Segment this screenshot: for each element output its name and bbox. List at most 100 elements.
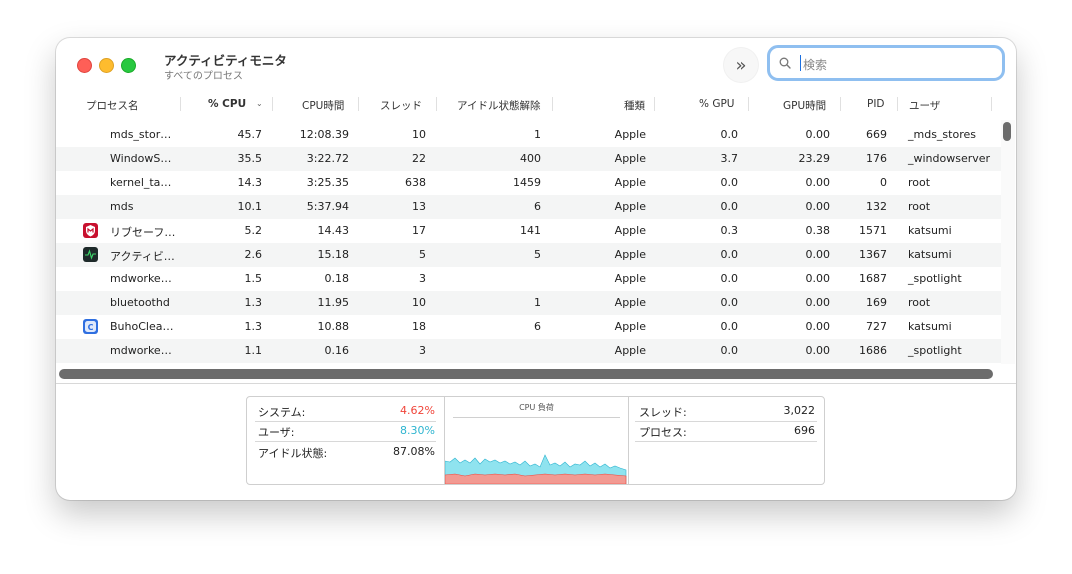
idle-value: 87.08% <box>393 445 435 458</box>
gpu-time-cell: 0.00 <box>805 248 831 261</box>
process-name-cell: アクティビ… <box>110 250 175 263</box>
search-field[interactable]: 検索 <box>767 45 1005 81</box>
threads-cell: 10 <box>412 128 426 141</box>
pid-cell: 1686 <box>859 344 887 357</box>
column-divider[interactable] <box>748 97 749 111</box>
table-row[interactable]: リブセーフ… 5.2 14.43 17 141 Apple 0.3 0.38 1571 katsu… <box>56 219 1001 243</box>
idle-wakeups-cell: 6 <box>534 320 541 333</box>
table-row[interactable]: WindowS… 35.5 3:22.72 22 400 Apple 3.7 23.29 176… <box>56 147 1001 171</box>
table-row[interactable]: mds_stor… 45.7 12:08.39 10 1 Apple 0.0 0.00 669 _… <box>56 123 1001 147</box>
table-row[interactable]: アクティビ… 2.6 15.18 5 5 Apple 0.0 0.00 1367 katsumi <box>56 243 1001 267</box>
column-header-pid[interactable]: PID <box>867 98 885 110</box>
user-cell: root <box>908 200 931 213</box>
double-chevron-right-icon: » <box>735 54 747 76</box>
column-header-threads[interactable]: スレッド <box>380 98 422 113</box>
column-header-process-name[interactable]: プロセス名 <box>86 98 139 113</box>
column-divider[interactable] <box>552 97 553 111</box>
table-row[interactable]: mdworke… 1.5 0.18 3 Apple 0.0 0.00 1687 _spotlig… <box>56 267 1001 291</box>
cpu-cell: 45.7 <box>237 128 263 141</box>
activity-monitor-icon <box>83 247 98 262</box>
column-header-cpu-time[interactable]: CPU時間 <box>302 98 344 113</box>
user-cell: root <box>908 296 931 309</box>
search-icon <box>779 57 791 69</box>
close-button[interactable] <box>77 58 92 73</box>
column-divider[interactable] <box>840 97 841 111</box>
gpu-cell: 0.0 <box>720 344 739 357</box>
window-subtitle: すべてのプロセス <box>164 71 243 82</box>
pid-cell: 727 <box>866 320 887 333</box>
cpu-cell: 1.3 <box>244 320 263 333</box>
kind-cell: Apple <box>614 320 646 333</box>
horizontal-scroll-thumb[interactable] <box>59 369 993 379</box>
system-value: 4.62% <box>400 404 435 417</box>
gpu-cell: 0.0 <box>720 272 739 285</box>
idle-wakeups-cell: 1 <box>534 128 541 141</box>
vertical-scroll-thumb[interactable] <box>1003 122 1011 141</box>
text-cursor <box>800 55 801 71</box>
gpu-cell: 0.0 <box>720 200 739 213</box>
threads-cell: 18 <box>412 320 426 333</box>
cpu-load-title: CPU 負荷 <box>519 403 554 412</box>
separator <box>635 421 817 422</box>
threads-cell: 17 <box>412 224 426 237</box>
threads-cell: 3 <box>419 344 426 357</box>
cpu-time-cell: 11.95 <box>317 296 350 309</box>
activity-monitor-window: アクティビティモニタ すべてのプロセス » 検索 プロセス名 % CPU ⌄ C… <box>56 38 1016 500</box>
threads-cell: 5 <box>419 248 426 261</box>
column-header-cpu[interactable]: % CPU <box>208 98 246 110</box>
idle-wakeups-cell: 141 <box>520 224 541 237</box>
cpu-cell: 5.2 <box>244 224 263 237</box>
table-row[interactable]: mdworke… 1.1 0.16 3 Apple 0.0 0.00 1686 _spotlig… <box>56 339 1001 363</box>
cpu-time-cell: 0.18 <box>324 272 350 285</box>
process-name-cell: bluetoothd <box>110 296 170 309</box>
threads-cell: 638 <box>405 176 426 189</box>
vertical-scrollbar[interactable] <box>1001 120 1015 364</box>
idle-label: アイドル状態: <box>258 447 328 460</box>
process-name-cell: kernel_ta… <box>110 176 172 189</box>
user-cell: _spotlight <box>908 344 962 357</box>
column-header-kind[interactable]: 種類 <box>624 98 645 113</box>
column-divider[interactable] <box>991 97 992 111</box>
system-load-area <box>445 473 627 484</box>
gpu-time-cell: 0.00 <box>805 176 831 189</box>
table-row[interactable]: bluetoothd 1.3 11.95 10 1 Apple 0.0 0.00 169 root <box>56 291 1001 315</box>
user-cell: root <box>908 176 931 189</box>
gpu-time-cell: 0.00 <box>805 296 831 309</box>
kind-cell: Apple <box>614 176 646 189</box>
minimize-button[interactable] <box>99 58 114 73</box>
table-row[interactable]: C BuhoClea… 1.3 10.88 18 6 Apple 0.0 0.00 727 kats… <box>56 315 1001 339</box>
column-divider[interactable] <box>272 97 273 111</box>
table-row[interactable]: kernel_ta… 14.3 3:25.35 638 1459 Apple 0.0 0.00… <box>56 171 1001 195</box>
user-cell: katsumi <box>908 320 952 333</box>
column-divider[interactable] <box>358 97 359 111</box>
column-header-user[interactable]: ユーザ <box>909 98 940 113</box>
kind-cell: Apple <box>614 152 646 165</box>
zoom-button[interactable] <box>121 58 136 73</box>
column-header-gpu[interactable]: % GPU <box>699 98 734 110</box>
gpu-cell: 0.0 <box>720 128 739 141</box>
column-header-gpu-time[interactable]: GPU時間 <box>783 98 826 113</box>
gpu-cell: 0.0 <box>720 248 739 261</box>
toolbar-overflow-button[interactable]: » <box>724 48 758 82</box>
cpu-load-history <box>445 454 627 484</box>
pid-cell: 132 <box>866 200 887 213</box>
graph-rule <box>453 417 620 418</box>
kind-cell: Apple <box>614 296 646 309</box>
column-header-idle-wakeups[interactable]: アイドル状態解除 <box>457 98 540 113</box>
search-placeholder: 検索 <box>803 58 828 72</box>
threads-cell: 3 <box>419 272 426 285</box>
user-cell: _spotlight <box>908 272 962 285</box>
cpu-time-cell: 15.18 <box>317 248 350 261</box>
column-divider[interactable] <box>897 97 898 111</box>
process-name-cell: BuhoClea… <box>110 320 174 333</box>
column-divider[interactable] <box>436 97 437 111</box>
idle-wakeups-cell: 1 <box>534 296 541 309</box>
column-divider[interactable] <box>654 97 655 111</box>
cpu-cell: 14.3 <box>237 176 263 189</box>
kind-cell: Apple <box>614 344 646 357</box>
pid-cell: 669 <box>866 128 887 141</box>
gpu-cell: 0.0 <box>720 296 739 309</box>
column-divider[interactable] <box>180 97 181 111</box>
threads-cell: 13 <box>412 200 426 213</box>
table-row[interactable]: mds 10.1 5:37.94 13 6 Apple 0.0 0.00 132 root <box>56 195 1001 219</box>
